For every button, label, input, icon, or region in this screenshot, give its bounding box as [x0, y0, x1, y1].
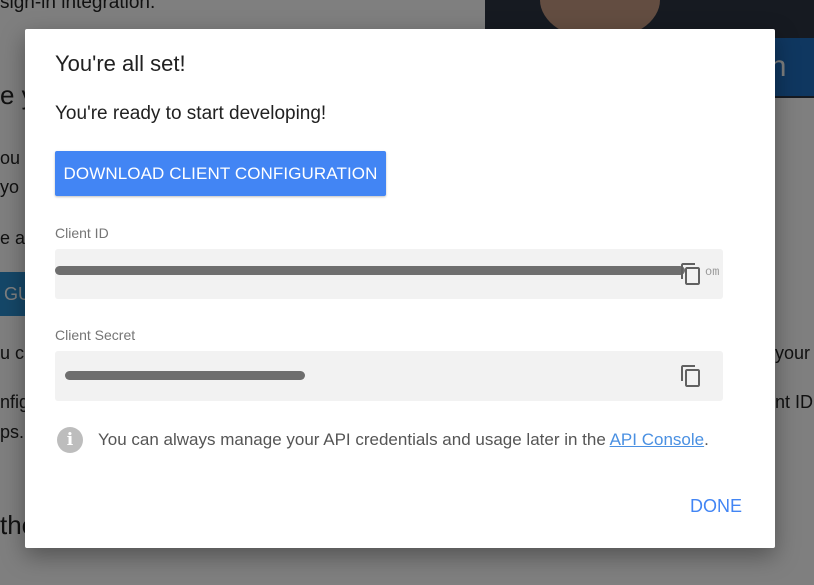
client-secret-field[interactable] — [55, 351, 723, 401]
copy-icon — [681, 365, 700, 387]
client-secret-label: Client Secret — [55, 327, 136, 343]
api-console-link[interactable]: API Console — [610, 430, 705, 449]
info-message: You can always manage your API credentia… — [98, 430, 610, 449]
dialog-subtitle: You're ready to start developing! — [55, 103, 327, 124]
info-trailing: . — [704, 430, 709, 449]
info-text: You can always manage your API credentia… — [98, 430, 709, 450]
client-id-value-suffix: om — [705, 265, 720, 279]
copy-client-id-button[interactable] — [679, 262, 703, 286]
download-client-configuration-button[interactable]: DOWNLOAD CLIENT CONFIGURATION — [55, 151, 386, 196]
client-id-redaction — [55, 266, 685, 275]
dialog-title: You're all set! — [55, 51, 186, 76]
client-secret-redaction — [65, 371, 305, 380]
done-button[interactable]: DONE — [684, 495, 748, 518]
setup-complete-dialog: You're all set! You're ready to start de… — [25, 29, 775, 548]
copy-icon — [681, 263, 700, 285]
client-id-field[interactable]: om — [55, 249, 723, 299]
info-icon: i — [57, 427, 83, 453]
client-id-label: Client ID — [55, 225, 109, 241]
copy-client-secret-button[interactable] — [679, 364, 703, 388]
info-note: i You can always manage your API credent… — [57, 427, 747, 453]
